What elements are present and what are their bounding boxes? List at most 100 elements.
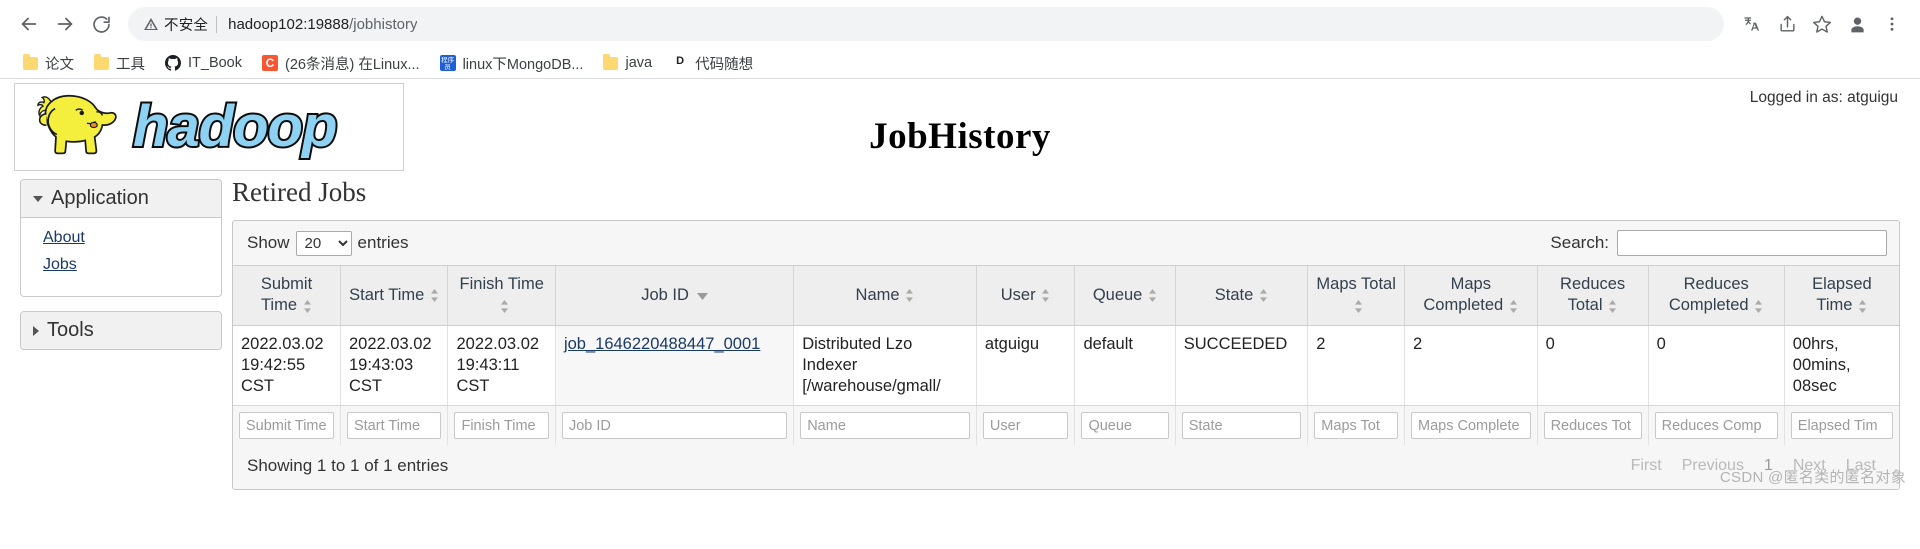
profile-icon — [1850, 17, 1864, 32]
filter-input-name[interactable] — [800, 412, 970, 440]
share-button[interactable] — [1771, 8, 1803, 40]
bookmark-label: java — [625, 55, 653, 71]
search-label: Search: — [1550, 233, 1609, 252]
filter-input-user[interactable] — [982, 412, 1069, 440]
bookmark-item[interactable]: 论文 — [14, 50, 83, 77]
bookmark-item[interactable]: IT_Book — [156, 52, 251, 74]
bookmark-item[interactable]: C (26条消息) 在Linux... — [253, 50, 429, 77]
filter-cell-reduces-total — [1536, 405, 1649, 446]
sidebar-item-about[interactable]: About — [43, 224, 221, 251]
table-info: Showing 1 to 1 of 1 entries — [247, 456, 449, 476]
douban-icon: D — [676, 55, 685, 67]
bookmark-label: 论文 — [45, 56, 74, 73]
filter-input-maps-total[interactable] — [1314, 412, 1399, 440]
sort-both-icon — [429, 289, 439, 303]
column-header-reduces-total[interactable]: Reduces Total — [1536, 265, 1649, 326]
sidebar-group-tools-header[interactable]: Tools — [21, 312, 221, 350]
column-header-job-id[interactable]: Job ID — [554, 265, 794, 326]
bookmark-item[interactable]: 程序员 linux下MongoDB... — [431, 50, 593, 77]
column-header-reduces-completed[interactable]: Reduces Completed — [1647, 265, 1785, 326]
browser-menu-button[interactable] — [1876, 8, 1908, 40]
page-length-select[interactable]: 20 40 60 80 100 — [295, 230, 352, 256]
filter-input-state[interactable] — [1181, 412, 1302, 440]
omnibox-divider — [216, 15, 218, 33]
column-header-state[interactable]: State — [1174, 265, 1308, 326]
chevron-right-icon — [33, 325, 39, 336]
column-label: User — [1000, 285, 1036, 304]
filter-input-queue[interactable] — [1081, 412, 1169, 440]
column-header-finish-time[interactable]: Finish Time — [447, 265, 556, 326]
filter-input-finish-time[interactable] — [454, 412, 549, 440]
job-id-link[interactable]: job_1646220488447_0001 — [564, 335, 760, 353]
column-header-maps-total[interactable]: Maps Total — [1307, 265, 1405, 326]
table-head: Submit Time Start Time Finish Time Job I… — [233, 265, 1899, 326]
back-button[interactable] — [12, 7, 46, 41]
column-label: State — [1214, 285, 1254, 304]
sidebar-item-jobs[interactable]: Jobs — [43, 251, 221, 278]
column-label: Queue — [1092, 285, 1143, 304]
column-header-queue[interactable]: Queue — [1074, 265, 1176, 326]
column-header-user[interactable]: User — [975, 265, 1075, 326]
column-header-name[interactable]: Name — [793, 265, 977, 326]
bookmark-label: linux下MongoDB... — [462, 56, 584, 73]
cell-queue: default — [1074, 325, 1176, 407]
filter-input-reduces-total[interactable] — [1543, 412, 1642, 440]
entries-label: entries — [357, 233, 409, 252]
bookmark-item[interactable]: java — [594, 52, 661, 74]
filter-input-job-id[interactable] — [561, 412, 788, 440]
show-label: Show — [247, 233, 290, 252]
sidebar-group-label: Application — [51, 187, 149, 209]
filter-input-start-time[interactable] — [346, 412, 442, 440]
column-label: Maps Total — [1316, 275, 1396, 293]
column-header-start-time[interactable]: Start Time — [339, 265, 448, 326]
table-row[interactable]: 2022.03.02 19:42:55 CST 2022.03.02 19:43… — [233, 325, 1899, 407]
filter-input-reduces-completed[interactable] — [1654, 412, 1778, 440]
reload-button[interactable] — [84, 7, 118, 41]
profile-button[interactable] — [1841, 8, 1873, 40]
column-header-submit-time[interactable]: Submit Time — [233, 265, 341, 326]
url-path: /jobhistory — [349, 15, 418, 33]
bookmark-star-button[interactable] — [1806, 8, 1838, 40]
address-bar[interactable]: 不安全 hadoop102:19888/jobhistory — [128, 7, 1724, 41]
column-header-elapsed-time[interactable]: Elapsed Time — [1783, 265, 1899, 326]
bookmark-item[interactable]: 工具 — [85, 50, 154, 77]
csdn-watermark: CSDN @匿名类的匿名对象 — [1719, 469, 1906, 487]
sidebar-group-application-header[interactable]: Application — [21, 180, 221, 218]
back-arrow-icon — [21, 17, 37, 31]
sort-both-icon — [1754, 299, 1764, 313]
column-label: Start Time — [349, 285, 425, 304]
cell-reduces-completed: 0 — [1647, 325, 1785, 407]
cell-maps-completed: 2 — [1404, 325, 1538, 407]
folder-icon — [23, 53, 38, 70]
forward-button[interactable] — [48, 7, 82, 41]
filter-cell-maps-completed — [1404, 405, 1538, 446]
retired-jobs-table: Submit Time Start Time Finish Time Job I… — [233, 265, 1899, 446]
browser-chrome: 不安全 hadoop102:19888/jobhistory 论文 工具 IT_… — [0, 0, 1920, 79]
sort-both-icon — [1354, 299, 1364, 313]
pagination-first[interactable]: First — [1622, 455, 1671, 477]
column-label: Finish Time — [459, 275, 544, 293]
sort-both-icon — [1258, 289, 1268, 303]
filter-input-elapsed-time[interactable] — [1790, 412, 1893, 440]
filter-cell-submit-time — [233, 405, 341, 446]
page-title: JobHistory — [869, 116, 1051, 157]
column-header-maps-completed[interactable]: Maps Completed — [1404, 265, 1538, 326]
filter-input-submit-time[interactable] — [239, 412, 334, 440]
bookmark-item[interactable]: D 代码随想 — [663, 50, 762, 77]
main-content: Retired Jobs Show 20 40 60 80 100 entrie… — [222, 169, 1920, 491]
table-body: 2022.03.02 19:42:55 CST 2022.03.02 19:43… — [233, 325, 1899, 407]
section-title: Retired Jobs — [232, 177, 367, 207]
filter-cell-start-time — [339, 405, 448, 446]
warning-triangle-icon — [142, 16, 159, 33]
folder-icon — [94, 53, 109, 70]
forward-arrow-icon — [57, 17, 73, 31]
cell-job-id[interactable]: job_1646220488447_0001 — [554, 325, 794, 407]
search-input[interactable] — [1617, 230, 1887, 256]
sidebar-group-application: Application About Jobs — [20, 179, 222, 298]
column-label: Job ID — [641, 285, 689, 304]
filter-cell-user — [975, 405, 1075, 446]
sidebar: Application About Jobs Tools — [0, 169, 222, 364]
translate-button[interactable] — [1736, 8, 1768, 40]
filter-input-maps-completed[interactable] — [1411, 412, 1531, 440]
star-icon — [1812, 15, 1832, 33]
